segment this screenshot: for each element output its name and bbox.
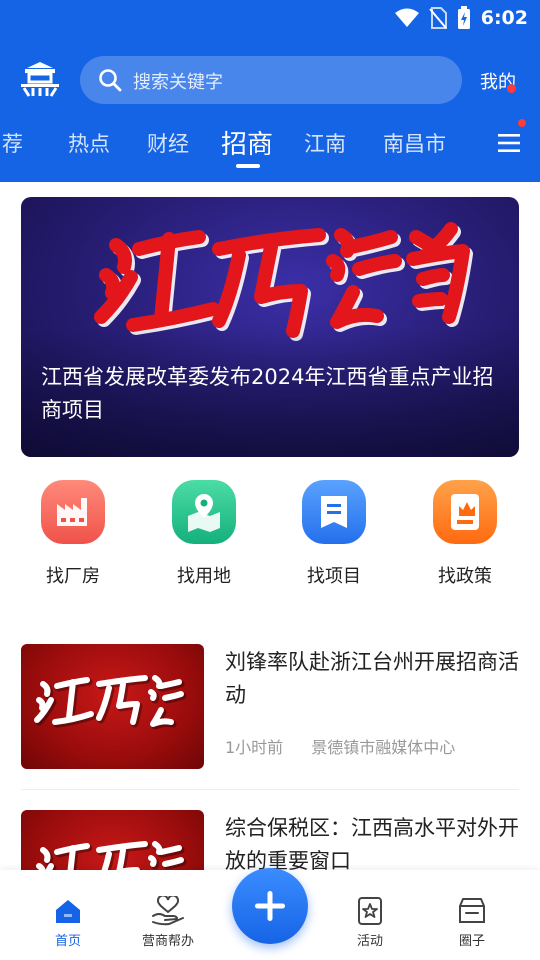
active-tab-indicator [236, 164, 260, 168]
quick-link-land[interactable]: 找用地 [154, 480, 254, 588]
search-input[interactable]: 搜索关键字 [80, 56, 462, 104]
wifi-icon [394, 8, 419, 27]
tab-jiangnan[interactable]: 江南 [304, 128, 346, 158]
nav-home[interactable]: 首页 [28, 896, 108, 949]
tab-nanchang[interactable]: 南昌市 [383, 128, 446, 158]
shop-icon [432, 896, 512, 926]
nav-label: 首页 [54, 934, 81, 949]
tab-recommend[interactable]: 荐 [2, 128, 23, 158]
quick-link-factory[interactable]: 找厂房 [23, 480, 123, 588]
no-sim-icon [428, 7, 447, 29]
tab-investment[interactable]: 招商 [221, 124, 273, 161]
channel-tabs: 荐 热点 财经 招商 江南 南昌市 [0, 122, 540, 168]
publish-button[interactable] [232, 868, 308, 944]
news-title: 刘锋率队赴浙江台州开展招商活动 [225, 650, 519, 707]
factory-icon [41, 480, 105, 544]
handshake-heart-icon [128, 896, 208, 926]
news-thumbnail [21, 644, 204, 769]
tab-finance[interactable]: 财经 [147, 128, 189, 158]
nav-activity[interactable]: 活动 [330, 896, 410, 949]
menu-icon[interactable] [498, 133, 520, 153]
document-icon [302, 480, 366, 544]
search-icon [99, 69, 122, 92]
plus-icon [255, 891, 285, 921]
status-bar: 6:02 [0, 0, 540, 36]
news-meta: 1小时前 景德镇市融媒体中心 [225, 734, 455, 758]
quick-link-label: 找厂房 [46, 566, 100, 587]
quick-link-label: 找政策 [438, 566, 492, 587]
news-source: 景德镇市融媒体中心 [311, 738, 456, 757]
battery-charging-icon [457, 6, 470, 29]
featured-banner[interactable]: 江西省发展改革委发布2024年江西省重点产业招商项目 [21, 197, 519, 457]
status-time: 6:02 [480, 7, 528, 29]
nav-circle[interactable]: 圈子 [432, 896, 512, 949]
map-pin-icon [172, 480, 236, 544]
search-placeholder: 搜索关键字 [133, 72, 223, 93]
menu-notification-dot [518, 119, 526, 127]
quick-link-policy[interactable]: 找政策 [415, 480, 515, 588]
status-icons: 6:02 [394, 6, 528, 30]
nav-label: 营商帮办 [141, 934, 194, 949]
notification-dot [507, 84, 516, 93]
nav-label: 活动 [356, 934, 383, 949]
home-icon [28, 896, 108, 926]
quick-links: 找厂房 找用地 找项目 找政策 [0, 480, 540, 600]
quick-link-project[interactable]: 找项目 [284, 480, 384, 588]
app-logo-icon[interactable] [19, 60, 61, 98]
policy-icon [433, 480, 497, 544]
banner-title: 江西省发展改革委发布2024年江西省重点产业招商项目 [41, 365, 494, 422]
news-time: 1小时前 [225, 738, 284, 757]
divider [21, 789, 519, 790]
tab-hot[interactable]: 热点 [68, 128, 110, 158]
quick-link-label: 找项目 [307, 566, 361, 587]
app-header: 6:02 搜索关键字 我的 荐 热点 财经 招商 江南 南昌市 [0, 0, 540, 182]
nav-label: 圈子 [458, 934, 485, 949]
star-badge-icon [330, 896, 410, 926]
nav-business[interactable]: 营商帮办 [128, 896, 208, 949]
quick-link-label: 找用地 [177, 566, 231, 587]
